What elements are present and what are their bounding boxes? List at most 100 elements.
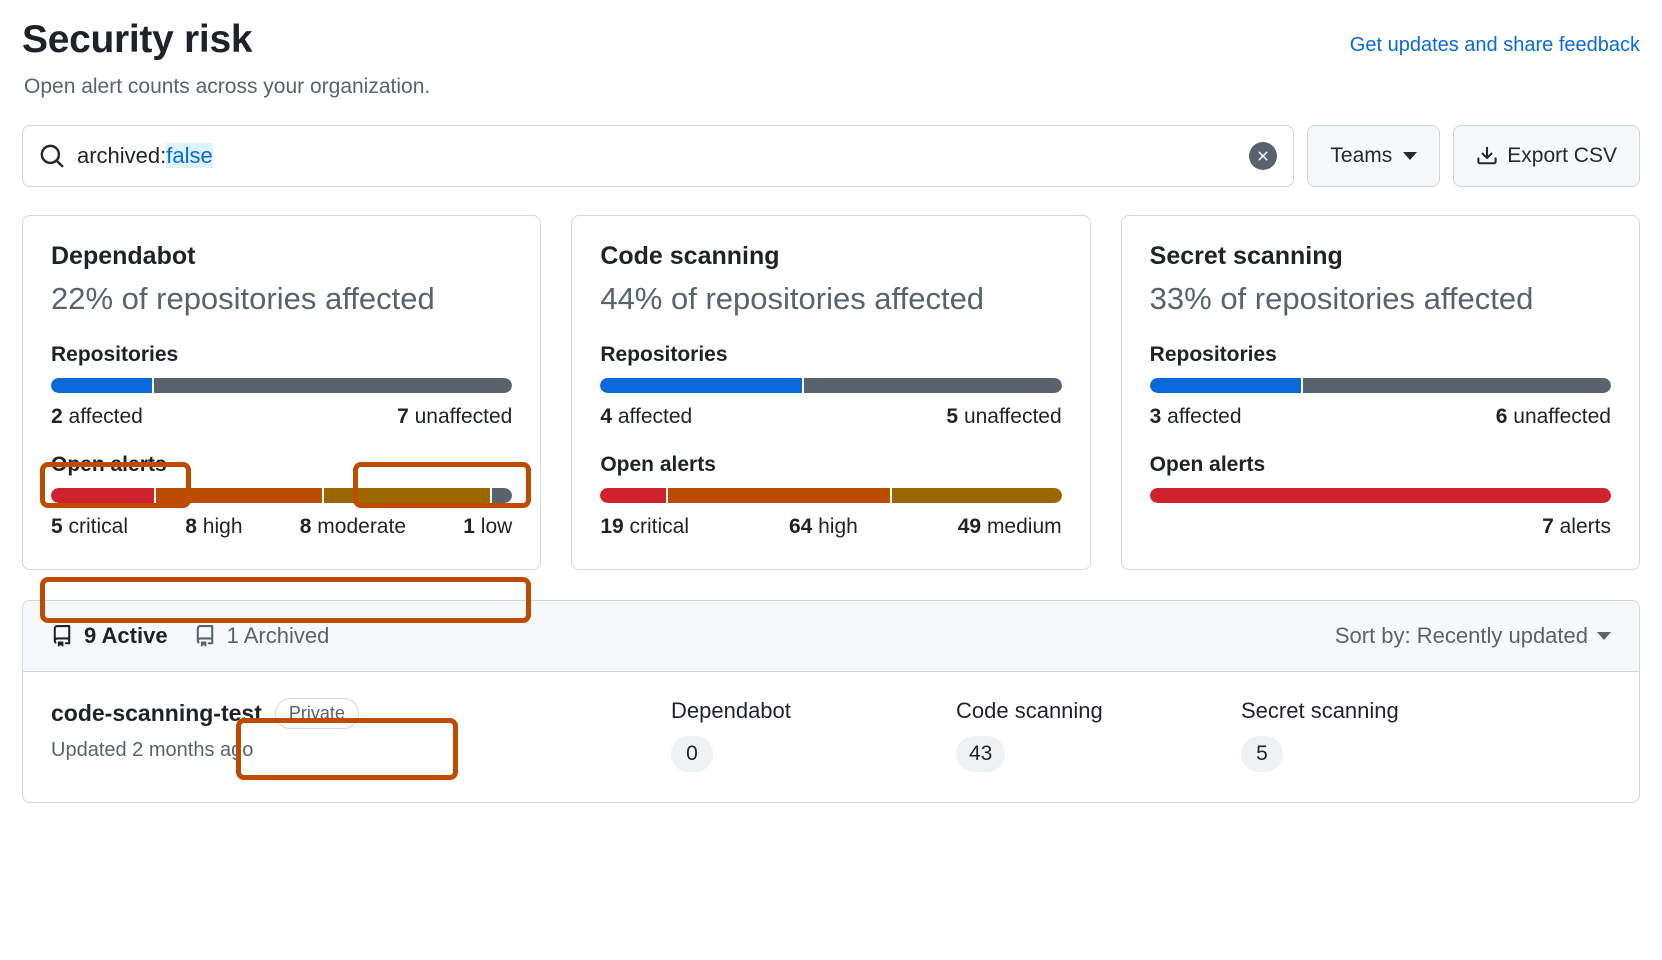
repositories-bar <box>600 378 1061 393</box>
open-alerts-legend: 7 alerts <box>1150 515 1611 539</box>
legend-critical: 19 critical <box>600 515 689 539</box>
card-secret-scanning: Secret scanning 33% of repositories affe… <box>1121 215 1640 570</box>
low-count: 1 <box>463 515 475 538</box>
search-row: archived:false Teams Export CSV <box>22 125 1640 187</box>
alerts-total-count: 7 <box>1542 515 1554 538</box>
legend-moderate: 8 moderate <box>300 515 406 539</box>
repositories-legend: 3 affected 6 unaffected <box>1150 405 1611 429</box>
affected-count: 2 <box>51 405 63 428</box>
metric-label: Dependabot <box>671 698 956 724</box>
bar-segment-high <box>668 488 890 503</box>
card-percent-value: 44% <box>600 281 662 316</box>
medium-label: medium <box>981 515 1062 538</box>
card-dependabot: Dependabot 22% of repositories affected … <box>22 215 541 570</box>
repository-list-panel: 9 Active 1 Archived Sort by: Recently up… <box>22 600 1640 803</box>
export-csv-label: Export CSV <box>1507 144 1617 168</box>
affected-label: affected <box>612 405 692 428</box>
legend-medium: 49 medium <box>958 515 1062 539</box>
metric-count-badge[interactable]: 0 <box>671 736 713 772</box>
bar-segment-alerts <box>1150 488 1611 503</box>
bar-segment-unaffected <box>804 378 1061 393</box>
teams-dropdown-button[interactable]: Teams <box>1307 125 1440 187</box>
legend-unaffected: 7 unaffected <box>397 405 512 429</box>
sort-by-dropdown[interactable]: Sort by: Recently updated <box>1335 623 1611 649</box>
repo-icon <box>194 625 216 647</box>
legend-high: 8 high <box>185 515 242 539</box>
unaffected-count: 7 <box>397 405 409 428</box>
bar-segment-medium <box>892 488 1062 503</box>
legend-affected: 2 affected <box>51 405 143 429</box>
card-title: Code scanning <box>600 242 1061 271</box>
repositories-legend: 2 affected 7 unaffected <box>51 405 512 429</box>
metric-count-badge[interactable]: 43 <box>956 736 1005 772</box>
bar-segment-low <box>492 488 512 503</box>
card-title: Secret scanning <box>1150 242 1611 271</box>
open-alerts-bar <box>1150 488 1611 503</box>
affected-label: affected <box>63 405 143 428</box>
repositories-legend: 4 affected 5 unaffected <box>600 405 1061 429</box>
affected-count: 3 <box>1150 405 1162 428</box>
medium-count: 49 <box>958 515 981 538</box>
clear-search-button[interactable] <box>1249 142 1277 170</box>
page-header: Security risk Open alert counts across y… <box>22 0 1640 99</box>
critical-count: 5 <box>51 515 63 538</box>
critical-label: critical <box>624 515 689 538</box>
card-percent-value: 22% <box>51 281 113 316</box>
card-percent-line: 33% of repositories affected <box>1150 281 1611 317</box>
repository-list-header: 9 Active 1 Archived Sort by: Recently up… <box>23 601 1639 672</box>
repositories-bar <box>51 378 512 393</box>
repo-icon <box>51 625 73 647</box>
teams-label: Teams <box>1330 144 1392 168</box>
bar-segment-affected <box>1150 378 1302 393</box>
bar-segment-critical <box>51 488 154 503</box>
legend-low: 1 low <box>463 515 512 539</box>
legend-affected: 3 affected <box>1150 405 1242 429</box>
legend-alerts-total: 7 alerts <box>1542 515 1611 539</box>
tab-active-repos[interactable]: 9 Active <box>51 623 168 649</box>
export-csv-button[interactable]: Export CSV <box>1453 125 1640 187</box>
legend-critical: 5 critical <box>51 515 128 539</box>
security-risk-page: Security risk Open alert counts across y… <box>0 0 1662 960</box>
legend-high: 64 high <box>789 515 858 539</box>
affected-label: affected <box>1161 405 1241 428</box>
unaffected-label: unaffected <box>958 405 1062 428</box>
metric-code-scanning: Code scanning 43 <box>956 698 1241 772</box>
low-label: low <box>475 515 512 538</box>
affected-count: 4 <box>600 405 612 428</box>
chevron-down-icon <box>1403 152 1417 160</box>
bar-segment-critical <box>600 488 666 503</box>
search-icon <box>39 143 65 169</box>
feedback-link[interactable]: Get updates and share feedback <box>1350 34 1640 57</box>
repo-updated-text: Updated 2 months ago <box>51 739 671 762</box>
bar-segment-unaffected <box>154 378 512 393</box>
moderate-label: moderate <box>311 515 406 538</box>
repo-name-line: code-scanning-test Private <box>51 698 671 729</box>
card-percent-suffix: of repositories affected <box>113 281 435 316</box>
tab-archived-repos[interactable]: 1 Archived <box>194 623 330 649</box>
table-row: code-scanning-test Private Updated 2 mon… <box>23 672 1639 802</box>
alerts-total-label: alerts <box>1554 515 1611 538</box>
metric-count-badge[interactable]: 5 <box>1241 736 1283 772</box>
critical-label: critical <box>63 515 128 538</box>
card-percent-line: 44% of repositories affected <box>600 281 1061 317</box>
search-qualifier: archived: <box>77 143 166 168</box>
repositories-label: Repositories <box>51 343 512 367</box>
download-icon <box>1476 145 1498 167</box>
card-percent-value: 33% <box>1150 281 1212 316</box>
bar-segment-high <box>156 488 322 503</box>
repository-tabs: 9 Active 1 Archived <box>51 623 329 649</box>
card-percent-suffix: of repositories affected <box>1212 281 1534 316</box>
open-alerts-bar <box>51 488 512 503</box>
open-alerts-legend: 19 critical 64 high 49 medium <box>600 515 1061 539</box>
repo-name-link[interactable]: code-scanning-test <box>51 700 262 727</box>
card-percent-line: 22% of repositories affected <box>51 281 512 317</box>
summary-cards: Dependabot 22% of repositories affected … <box>22 215 1640 570</box>
repo-info: code-scanning-test Private Updated 2 mon… <box>51 698 671 762</box>
card-percent-suffix: of repositories affected <box>662 281 984 316</box>
unaffected-count: 6 <box>1496 405 1508 428</box>
close-icon <box>1255 148 1271 164</box>
high-label: high <box>812 515 858 538</box>
search-value: false <box>166 143 212 168</box>
search-input[interactable]: archived:false <box>22 125 1294 187</box>
visibility-badge: Private <box>275 698 359 729</box>
